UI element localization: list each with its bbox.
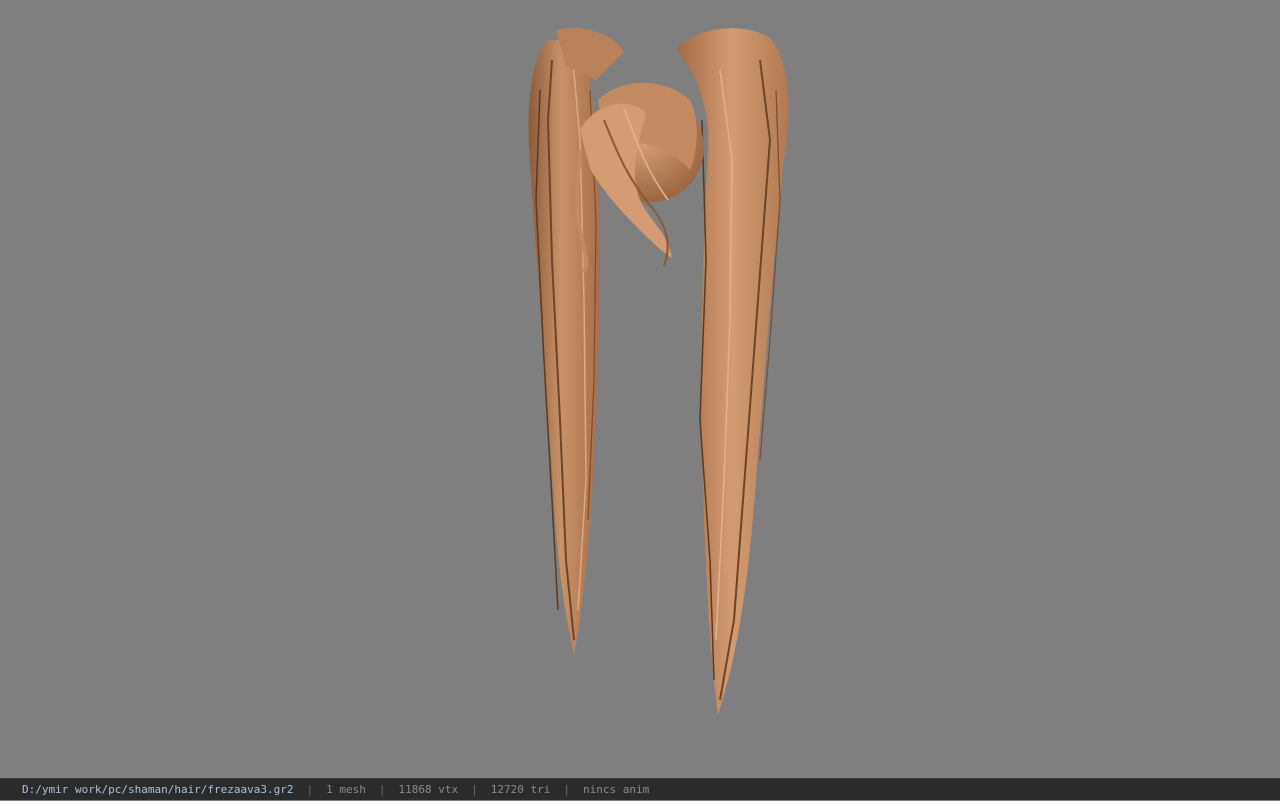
vertex-count-label: 11868 vtx	[398, 783, 459, 796]
hair-model	[528, 28, 789, 715]
separator: |	[306, 783, 314, 796]
separator: |	[378, 783, 386, 796]
triangle-count-label: 12720 tri	[490, 783, 551, 796]
separator: |	[471, 783, 478, 796]
3d-viewport[interactable]	[0, 0, 1280, 778]
anim-status-label: nincs anim	[583, 783, 650, 796]
status-bar: D:/ymir work/pc/shaman/hair/frezaava3.gr…	[0, 778, 1280, 800]
separator: |	[563, 783, 570, 796]
file-path-label: D:/ymir work/pc/shaman/hair/frezaava3.gr…	[22, 783, 294, 796]
mesh-count-label: 1 mesh	[326, 783, 366, 796]
